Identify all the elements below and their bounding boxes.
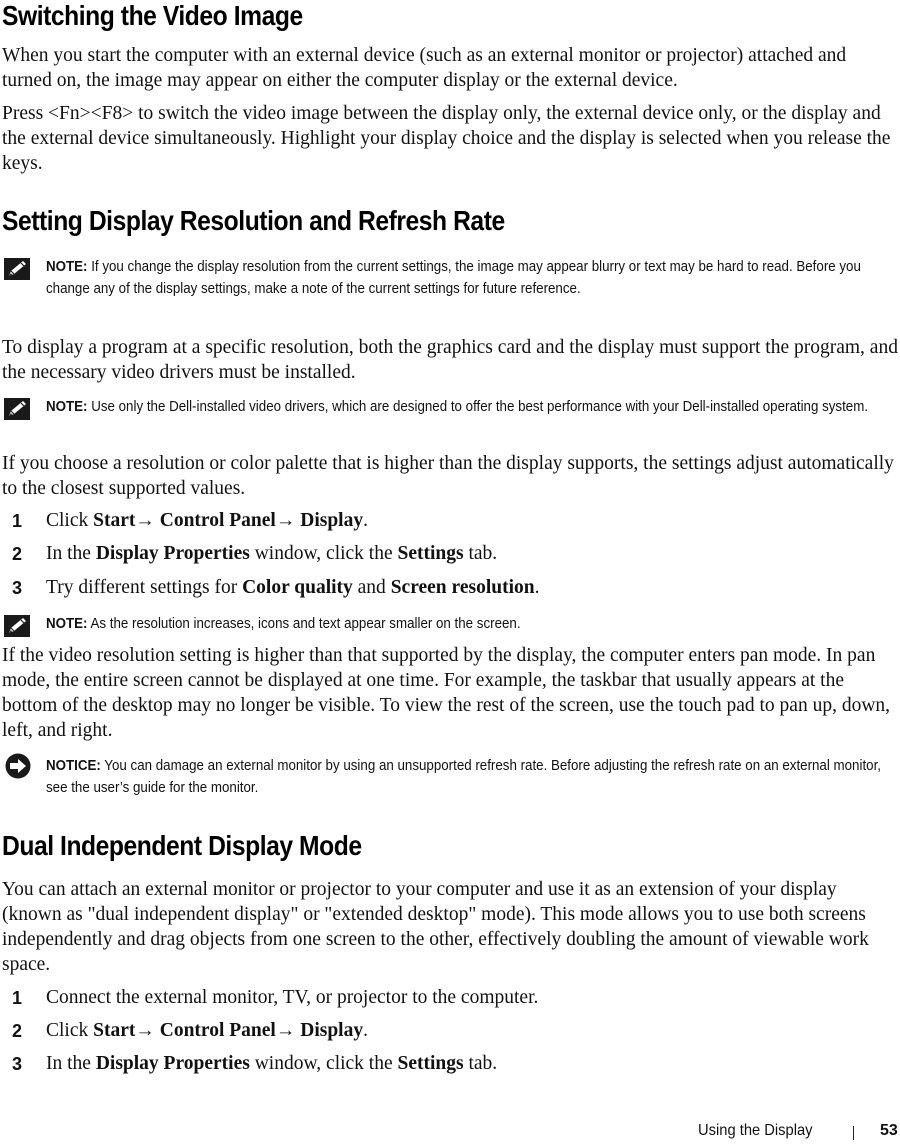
footer-separator — [853, 1126, 854, 1140]
step-text-part: Connect the external monitor, TV, or pro… — [46, 987, 539, 1008]
step-text: Click Start→ Control Panel→ Display. — [46, 1018, 368, 1044]
note-label: NOTE: — [46, 259, 88, 275]
notice-label: NOTICE: — [46, 758, 101, 774]
heading-dual-independent-display: Dual Independent Display Mode — [2, 830, 362, 861]
step-text-part: Click — [46, 510, 94, 531]
notice-arrow-icon — [4, 753, 31, 779]
note-text: If you change the display resolution fro… — [46, 259, 861, 297]
ui-term: Control Panel — [159, 1020, 276, 1041]
list-item: 1 Click Start→ Control Panel→ Display. — [0, 508, 900, 534]
ui-term: Display Properties — [95, 543, 250, 564]
ui-term: Settings — [397, 1053, 464, 1074]
ui-term: Screen resolution — [390, 577, 535, 598]
note-label: NOTE: — [46, 399, 88, 415]
step-text-part: Click — [46, 1020, 94, 1041]
paragraph-video-intro: When you start the computer with an exte… — [2, 45, 847, 91]
step-text-part: In the — [46, 543, 96, 564]
paragraph-fn-f8: Press <Fn><F8> to switch the video image… — [2, 103, 891, 174]
step-number: 1 — [12, 988, 23, 1008]
page-number: 53 — [880, 1122, 898, 1139]
ui-term: Display — [300, 510, 364, 531]
paragraph-color-palette: If you choose a resolution or color pale… — [2, 453, 894, 499]
step-number: 1 — [12, 511, 23, 531]
step-text: Click Start→ Control Panel→ Display. — [46, 508, 368, 534]
step-text-part: tab. — [463, 1053, 498, 1074]
step-text-part: → — [275, 1020, 301, 1041]
page-footer: Using the Display 53 — [0, 1122, 900, 1144]
notice-text: You can damage an external monitor by us… — [46, 758, 881, 796]
note-text: As the resolution increases, icons and t… — [87, 616, 521, 632]
ui-term: Color quality — [242, 577, 353, 598]
ui-term: Start — [93, 1020, 136, 1041]
step-text-part: window, click the — [249, 1053, 398, 1074]
step-text: Try different settings for Color quality… — [46, 575, 539, 601]
step-text-part: and — [352, 577, 391, 598]
ui-term: Control Panel — [159, 510, 276, 531]
step-number: 3 — [12, 1054, 23, 1074]
pencil-note-icon — [4, 615, 30, 637]
step-text-part: . — [363, 510, 368, 531]
heading-display-resolution: Setting Display Resolution and Refresh R… — [2, 205, 505, 236]
step-text-part: → — [135, 510, 160, 531]
note-label: NOTE: — [46, 616, 88, 632]
step-text: In the Display Properties window, click … — [46, 541, 497, 567]
step-text-part: . — [534, 577, 540, 598]
step-text-part: window, click the — [249, 543, 398, 564]
list-item: 3 In the Display Properties window, click… — [0, 1051, 900, 1077]
step-number: 3 — [12, 578, 23, 598]
ui-term: Settings — [397, 543, 464, 564]
ui-term: Display Properties — [95, 1053, 250, 1074]
paragraph-dual-display: You can attach an external monitor or pr… — [2, 879, 869, 975]
list-item: 2 In the Display Properties window, click… — [0, 541, 900, 567]
ui-term: Start — [93, 510, 136, 531]
list-item: 3 Try different settings for Color qualit… — [0, 575, 900, 601]
pencil-note-icon — [4, 258, 30, 280]
step-text: Connect the external monitor, TV, or pro… — [46, 985, 538, 1011]
step-text-part: → — [135, 1020, 160, 1041]
step-text-part: tab. — [463, 543, 498, 564]
step-number: 2 — [12, 1021, 23, 1041]
note-text: Use only the Dell-installed video driver… — [87, 399, 869, 415]
list-item: 1 Connect the external monitor, TV, or pr… — [0, 985, 900, 1011]
pencil-note-icon — [4, 398, 30, 420]
step-text-part: Try different settings for — [46, 577, 243, 598]
paragraph-specific-resolution: To display a program at a specific resol… — [2, 337, 898, 383]
step-text: In the Display Properties window, click … — [46, 1051, 497, 1077]
step-text-part: In the — [46, 1053, 96, 1074]
list-item: 2 Click Start→ Control Panel→ Display. — [0, 1018, 900, 1044]
heading-switching-video-image: Switching the Video Image — [2, 0, 303, 31]
paragraph-pan-mode: If the video resolution setting is highe… — [2, 645, 891, 741]
footer-section-title: Using the Display — [698, 1122, 813, 1139]
step-text-part: → — [275, 510, 301, 531]
step-number: 2 — [12, 544, 23, 564]
ui-term: Display — [300, 1020, 364, 1041]
step-text-part: . — [363, 1020, 368, 1041]
